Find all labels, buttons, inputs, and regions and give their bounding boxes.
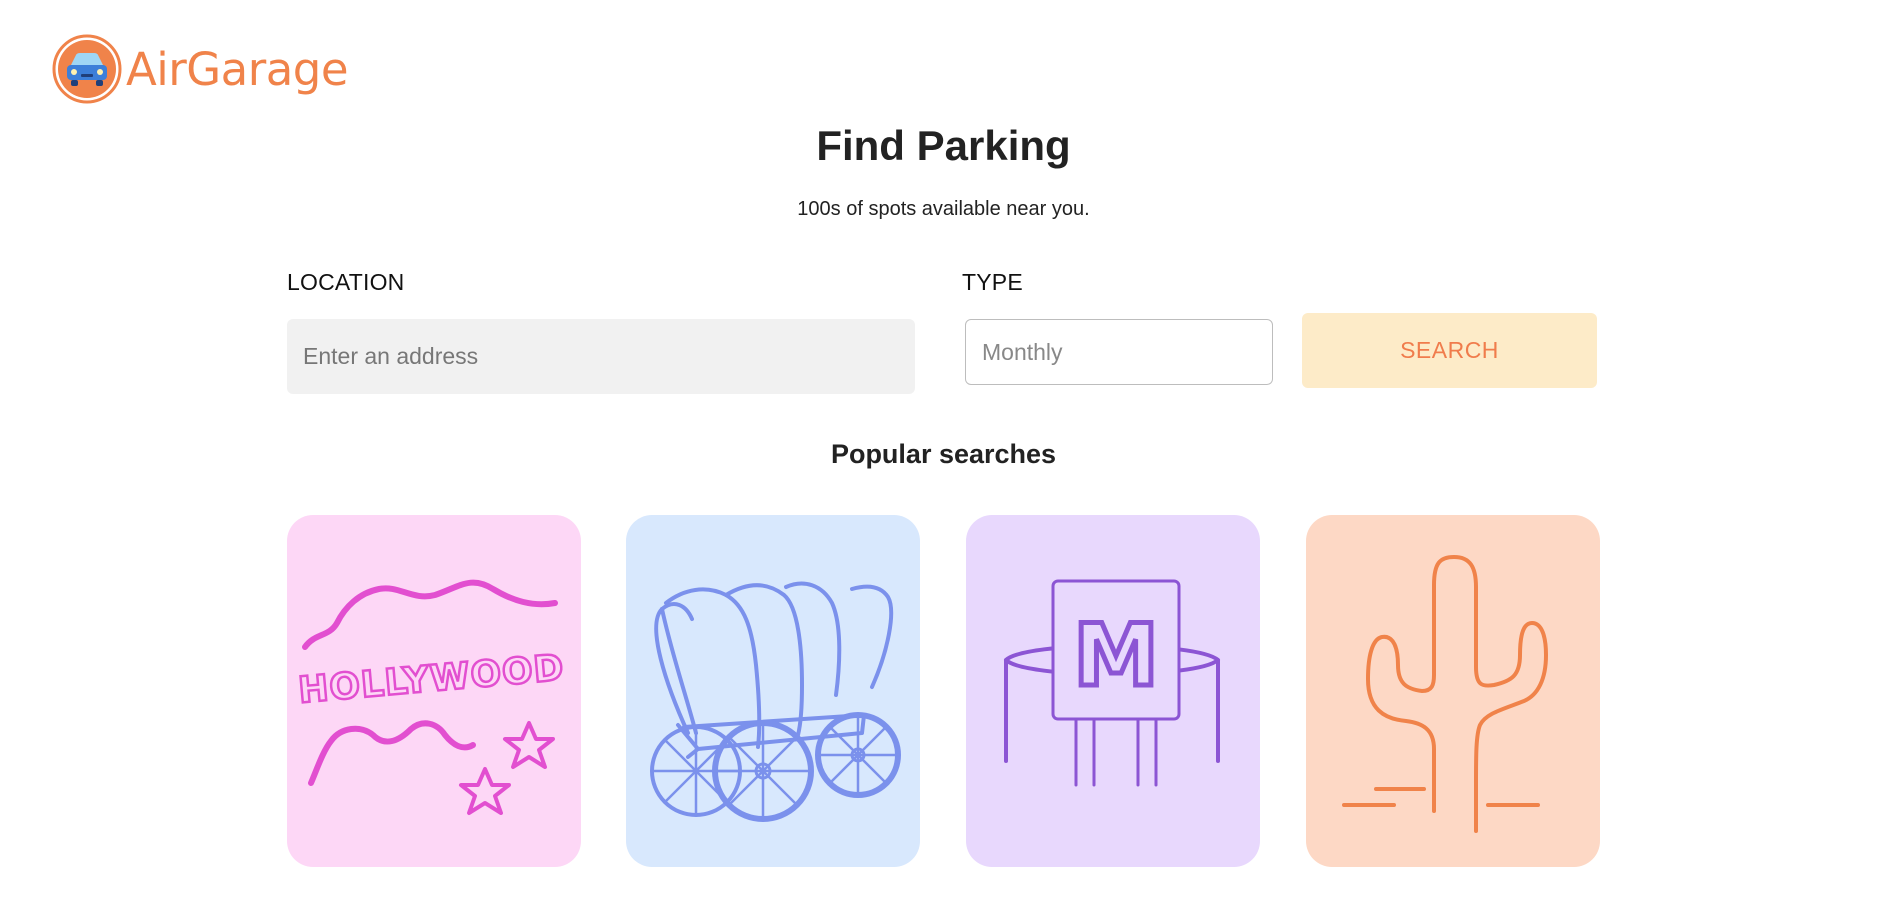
popular-card-wagon[interactable] — [626, 515, 920, 867]
airgarage-logo[interactable]: AirGarage — [52, 34, 349, 104]
location-label: LOCATION — [287, 269, 405, 295]
page-subtitle: 100s of spots available near you. — [797, 198, 1090, 220]
metro-sign-icon: M — [1004, 579, 1220, 787]
type-select[interactable]: Monthly — [965, 319, 1273, 385]
popular-card-metro[interactable]: M — [966, 515, 1260, 867]
cactus-icon — [1342, 555, 1548, 833]
car-icon — [52, 34, 122, 104]
search-button[interactable]: SEARCH — [1302, 313, 1597, 388]
brand-name: AirGarage — [126, 42, 349, 96]
type-select-value: Monthly — [982, 338, 1063, 365]
page-title: Find Parking — [816, 122, 1071, 169]
hollywood-sign-text: HOLLYWOOD — [297, 647, 566, 711]
popular-card-cactus[interactable] — [1306, 515, 1600, 867]
metro-sign-letter: M — [1073, 606, 1159, 706]
covered-wagon-icon — [650, 581, 901, 822]
popular-card-hollywood[interactable]: HOLLYWOOD — [287, 515, 581, 867]
type-label: TYPE — [962, 269, 1023, 295]
address-input[interactable] — [287, 319, 915, 394]
popular-searches-title: Popular searches — [830, 439, 1057, 469]
hollywood-sign-icon: HOLLYWOOD — [295, 579, 567, 815]
